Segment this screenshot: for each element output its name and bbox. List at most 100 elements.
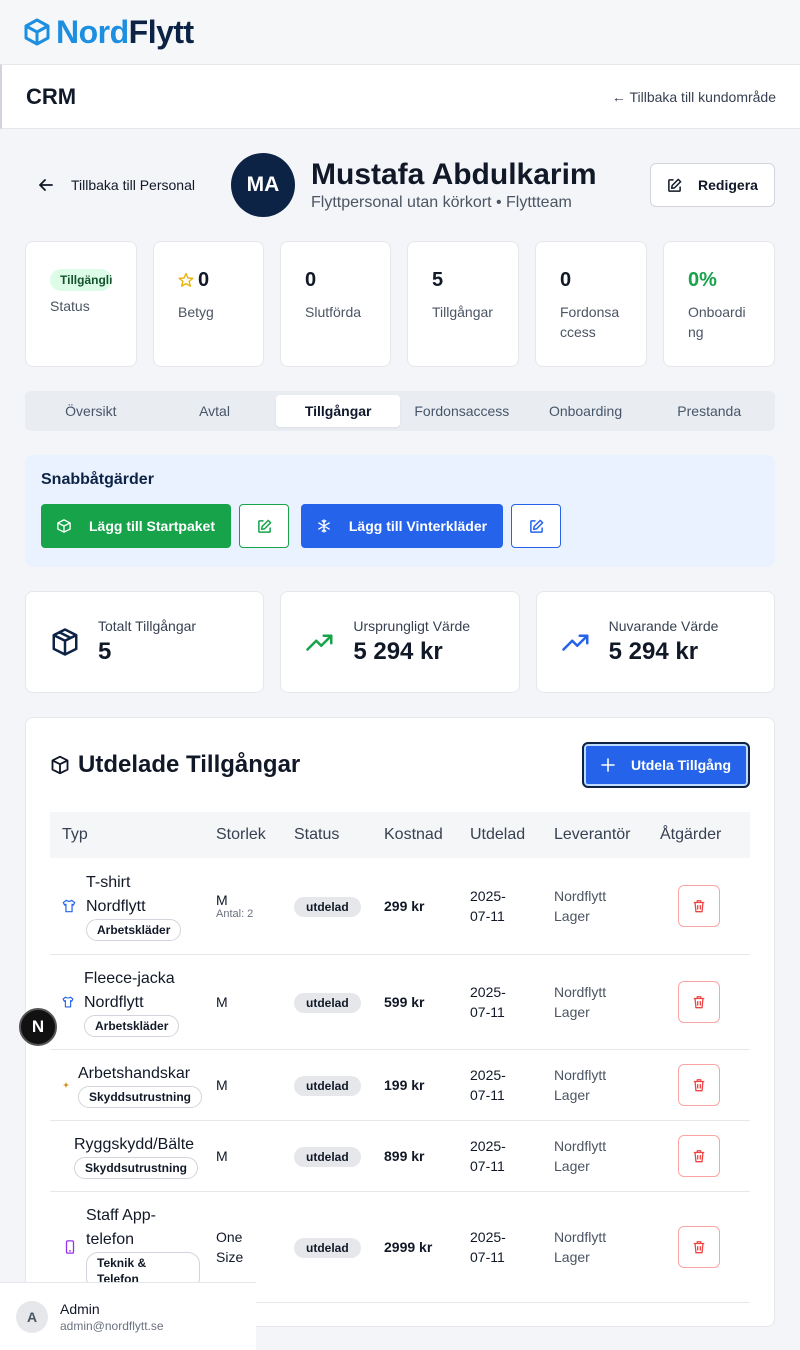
- brand-logo[interactable]: Nord Flytt: [24, 14, 194, 51]
- asset-size: M: [216, 891, 228, 908]
- back-to-customer-link[interactable]: ← Tillbaka till kundområde: [612, 89, 776, 105]
- crm-header: CRM ← Tillbaka till kundområde: [0, 64, 800, 129]
- package-icon: [57, 519, 71, 533]
- asset-name: Staff App-telefon: [86, 1206, 156, 1248]
- stat-assets-label: Tillgångar: [432, 304, 493, 320]
- brand-part2: Flytt: [128, 13, 195, 50]
- add-winter-clothes-button[interactable]: Lägg till Vinterkläder: [301, 504, 503, 548]
- delete-asset-button[interactable]: [678, 980, 720, 1023]
- back-to-personal-button[interactable]: Tillbaka till Personal: [25, 177, 231, 193]
- assets-table: Typ Storlek Status Kostnad Utdelad Lever…: [50, 812, 750, 1303]
- asset-cost: 599 kr: [378, 954, 464, 1050]
- stat-rating: 0 Betyg: [153, 241, 264, 367]
- delete-asset-button[interactable]: [678, 1134, 720, 1177]
- edit-button[interactable]: Redigera: [650, 163, 775, 207]
- user-name: Admin: [60, 1300, 100, 1317]
- shirt-icon: [62, 899, 76, 913]
- assets-title: Utdelade Tillgångar: [50, 751, 300, 779]
- trending-up-icon: [561, 634, 589, 651]
- asset-category-badge: Arbetskläder: [84, 1014, 180, 1037]
- tab-tillgangar[interactable]: Tillgångar: [276, 395, 401, 427]
- starter-pack-label: Lägg till Startpaket: [88, 518, 216, 534]
- asset-name: Fleece-jacka Nordflytt: [84, 969, 175, 1011]
- edit-label: Redigera: [698, 177, 758, 193]
- asset-size: One Size: [216, 1228, 244, 1265]
- stat-onboarding-value: 0%: [688, 268, 717, 291]
- quick-actions-title: Snabbåtgärder: [41, 471, 154, 488]
- logo-bar: Nord Flytt: [0, 0, 800, 64]
- status-badge: utdelad: [294, 992, 361, 1013]
- asset-date: 2025-07-11: [470, 983, 506, 1020]
- asset-supplier: Nordflytt Lager: [554, 1228, 607, 1265]
- asset-size: M: [210, 1049, 288, 1121]
- asset-supplier: Nordflytt Lager: [554, 1137, 607, 1174]
- current-value-card: Nuvarande Värde 5 294 kr: [535, 591, 775, 693]
- assign-asset-button[interactable]: Utdela Tillgång: [582, 742, 750, 788]
- stat-rating-label: Betyg: [178, 304, 214, 320]
- column-header: Leverantör: [554, 826, 631, 843]
- asset-quantity: Antal: 2: [216, 907, 254, 920]
- stat-assets: 5 Tillgångar: [407, 241, 519, 367]
- current-value-label: Nuvarande Värde: [608, 618, 719, 634]
- stat-completed-value: 0: [305, 268, 317, 291]
- page-title: CRM: [26, 83, 77, 109]
- asset-name: Ryggskydd/Bälte: [74, 1135, 195, 1153]
- user-menu[interactable]: A Admin admin@nordflytt.se: [0, 1282, 256, 1350]
- tab-onboarding[interactable]: Onboarding: [524, 395, 648, 427]
- edit-winter-clothes-button[interactable]: [511, 504, 561, 548]
- avatar: MA: [231, 153, 295, 217]
- stats-row: Tillgänglig Status 0 Betyg 0 Slutförda 5…: [25, 241, 775, 367]
- column-header: Åtgärder: [660, 826, 722, 843]
- delete-asset-button[interactable]: [678, 1063, 720, 1106]
- asset-cost: 199 kr: [378, 1049, 464, 1121]
- total-assets-card: Totalt Tillgångar 5: [25, 591, 265, 693]
- column-header: Utdelad: [470, 826, 526, 843]
- edit-icon: [529, 519, 543, 533]
- smartphone-icon: [65, 1239, 75, 1254]
- dev-tools-bubble[interactable]: N: [19, 1008, 57, 1046]
- assets-title-text: Utdelade Tillgångar: [78, 751, 301, 778]
- delete-asset-button[interactable]: [678, 884, 720, 927]
- stat-status-label: Status: [50, 298, 90, 314]
- asset-size: M: [210, 954, 288, 1050]
- add-starter-pack-button[interactable]: Lägg till Startpaket: [41, 504, 231, 548]
- column-header: Kostnad: [384, 826, 443, 843]
- stat-vehicle-label: Fordonsaccess: [560, 304, 620, 340]
- edit-starter-pack-button[interactable]: [239, 504, 289, 548]
- original-value-amount: 5 294 kr: [353, 638, 443, 665]
- trash-icon: [693, 1149, 705, 1162]
- tab-bar: Översikt Avtal Tillgångar Fordonsaccess …: [25, 391, 775, 431]
- main-content: Tillbaka till Personal MA Mustafa Abdulk…: [0, 153, 800, 1327]
- asset-category-badge: Arbetskläder: [86, 918, 182, 941]
- column-header: Typ: [62, 826, 88, 843]
- tab-oversikt[interactable]: Översikt: [29, 395, 153, 427]
- trash-icon: [693, 899, 705, 913]
- stat-completed-label: Slutförda: [305, 304, 362, 320]
- column-header: Storlek: [216, 826, 266, 843]
- trash-icon: [693, 1240, 705, 1253]
- star-icon: [178, 272, 194, 287]
- delete-asset-button[interactable]: [678, 1225, 720, 1268]
- tab-prestanda[interactable]: Prestanda: [647, 395, 771, 427]
- stat-vehicle-value: 0: [560, 268, 572, 291]
- assign-asset-label: Utdela Tillgång: [630, 757, 732, 773]
- table-row: Ryggskydd/Bälte Skyddsutrustning M utdela…: [50, 1120, 750, 1192]
- quick-actions-panel: Snabbåtgärder Lägg till Startpaket Lägg …: [25, 455, 775, 567]
- stat-rating-value: 0: [198, 268, 210, 291]
- stat-status: Tillgänglig Status: [25, 241, 137, 367]
- box-icon: [24, 18, 50, 46]
- asset-category-badge: Skyddsutrustning: [78, 1085, 203, 1108]
- asset-size: M: [210, 1120, 288, 1192]
- employee-role: Flyttpersonal utan körkort • Flyttteam: [311, 194, 572, 211]
- tab-fordonsaccess[interactable]: Fordonsaccess: [400, 395, 524, 427]
- package-icon: [52, 628, 78, 656]
- status-badge: utdelad: [294, 1237, 361, 1258]
- trending-up-icon: [306, 634, 333, 651]
- asset-name: Arbetshandskar: [78, 1064, 191, 1082]
- asset-name: T-shirt Nordflytt: [86, 873, 146, 915]
- tab-avtal[interactable]: Avtal: [153, 395, 277, 427]
- stat-completed: 0 Slutförda: [280, 241, 391, 367]
- asset-summary: Totalt Tillgångar 5 Ursprungligt Värde 5…: [25, 591, 775, 693]
- asset-category-badge: Skyddsutrustning: [74, 1156, 199, 1179]
- asset-date: 2025-07-11: [470, 1066, 506, 1103]
